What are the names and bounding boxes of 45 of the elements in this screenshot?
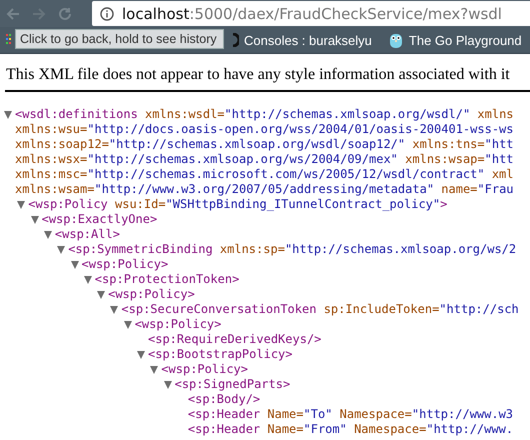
xml-code-line: xmlns:wsam="http://www.w3.org/2007/05/addressing/metadata" name="Frau <box>15 182 514 197</box>
disclosure-triangle-icon[interactable] <box>124 320 132 328</box>
apps-grid-icon[interactable] <box>6 34 14 46</box>
disclosure-triangle-icon[interactable] <box>137 350 145 358</box>
xml-code-line: <wsp:Policy> <box>108 287 195 302</box>
disclosure-triangle-icon[interactable] <box>110 306 118 314</box>
xml-code-line: xmlns:wsu="http://docs.oasis-open.org/wss/2004/01/oasis-200401-wss-ws <box>15 122 514 137</box>
bookmark-link[interactable]: Consoles : burakselyu <box>244 32 372 48</box>
xml-code-line: <sp:RequireDerivedKeys/> <box>148 332 322 347</box>
xml-code-line: <wsp:Policy wsu:Id="WSHttpBinding_ITunnelContract_policy"> <box>28 197 448 212</box>
xml-code-line: <sp:SecureConversationToken sp:IncludeToken="http://sch <box>121 302 519 317</box>
disclosure-triangle-icon[interactable] <box>70 260 78 268</box>
disclosure-triangle-icon[interactable] <box>44 230 52 238</box>
xml-code-line: <sp:Header Name="From" Namespace="http://www. <box>188 422 514 437</box>
xml-code-line: <sp:Header Name="To" Namespace="http://www.w3 <box>188 407 514 422</box>
info-icon[interactable] <box>100 6 114 20</box>
xml-code-line: <wsdl:definitions xmlns:wsdl="http://schemas.xmlsoap.org/wsdl/" xmlns <box>15 107 514 122</box>
tooltip: Click to go back, hold to see history <box>15 29 224 49</box>
bookmark-favicon-icon <box>231 33 239 47</box>
disclosure-triangle-icon[interactable] <box>4 110 12 118</box>
xml-code-line: <wsp:Policy> <box>161 362 248 377</box>
xml-code-line: <wsp:All> <box>54 227 120 242</box>
xml-code-line: <wsp:Policy> <box>134 317 222 332</box>
bookmark-link[interactable]: The Go Playground <box>408 32 522 48</box>
xml-code-line: <sp:BootstrapPolicy> <box>148 347 292 362</box>
disclosure-triangle-icon[interactable] <box>30 216 39 224</box>
xml-code-line: <wsp:Policy> <box>82 257 168 272</box>
xml-code-line: <sp:ProtectionToken> <box>94 272 240 287</box>
url-text: localhost:5000/daex/FraudCheckService/mex?wsdl <box>122 4 502 22</box>
xml-code-line: xmlns:soap12="http://schemas.xmlsoap.org/wsdl/soap12/" xmlns:tns="htt <box>15 137 514 152</box>
xml-code-line: xmlns:wsx="http://schemas.xmlsoap.org/ws/2004/09/mex" xmlns:wsap="htt <box>15 152 514 167</box>
disclosure-triangle-icon[interactable] <box>84 276 92 284</box>
disclosure-triangle-icon[interactable] <box>97 290 106 298</box>
disclosure-triangle-icon[interactable] <box>164 380 172 388</box>
disclosure-triangle-icon[interactable] <box>57 246 66 254</box>
xml-code-line: <sp:SignedParts> <box>174 377 290 392</box>
gopher-icon <box>388 32 404 48</box>
disclosure-triangle-icon[interactable] <box>17 200 26 208</box>
xml-code-line: <wsp:ExactlyOne> <box>42 212 158 227</box>
xml-code-line: <sp:Body/> <box>188 392 260 407</box>
xml-code-line: <sp:SymmetricBinding xmlns:sp="http://schemas.xmlsoap.org/ws/2 <box>68 242 516 257</box>
xml-code-line: xmlns:msc="http://schemas.microsoft.com/ws/2005/12/wsdl/contract" xml <box>15 167 514 182</box>
address-bar[interactable]: localhost:5000/daex/FraudCheckService/mex?wsdl <box>92 1 530 26</box>
disclosure-triangle-icon[interactable] <box>150 366 158 374</box>
xml-style-notice: This XML file does not appear to have any style information associated with it <box>6 66 510 84</box>
